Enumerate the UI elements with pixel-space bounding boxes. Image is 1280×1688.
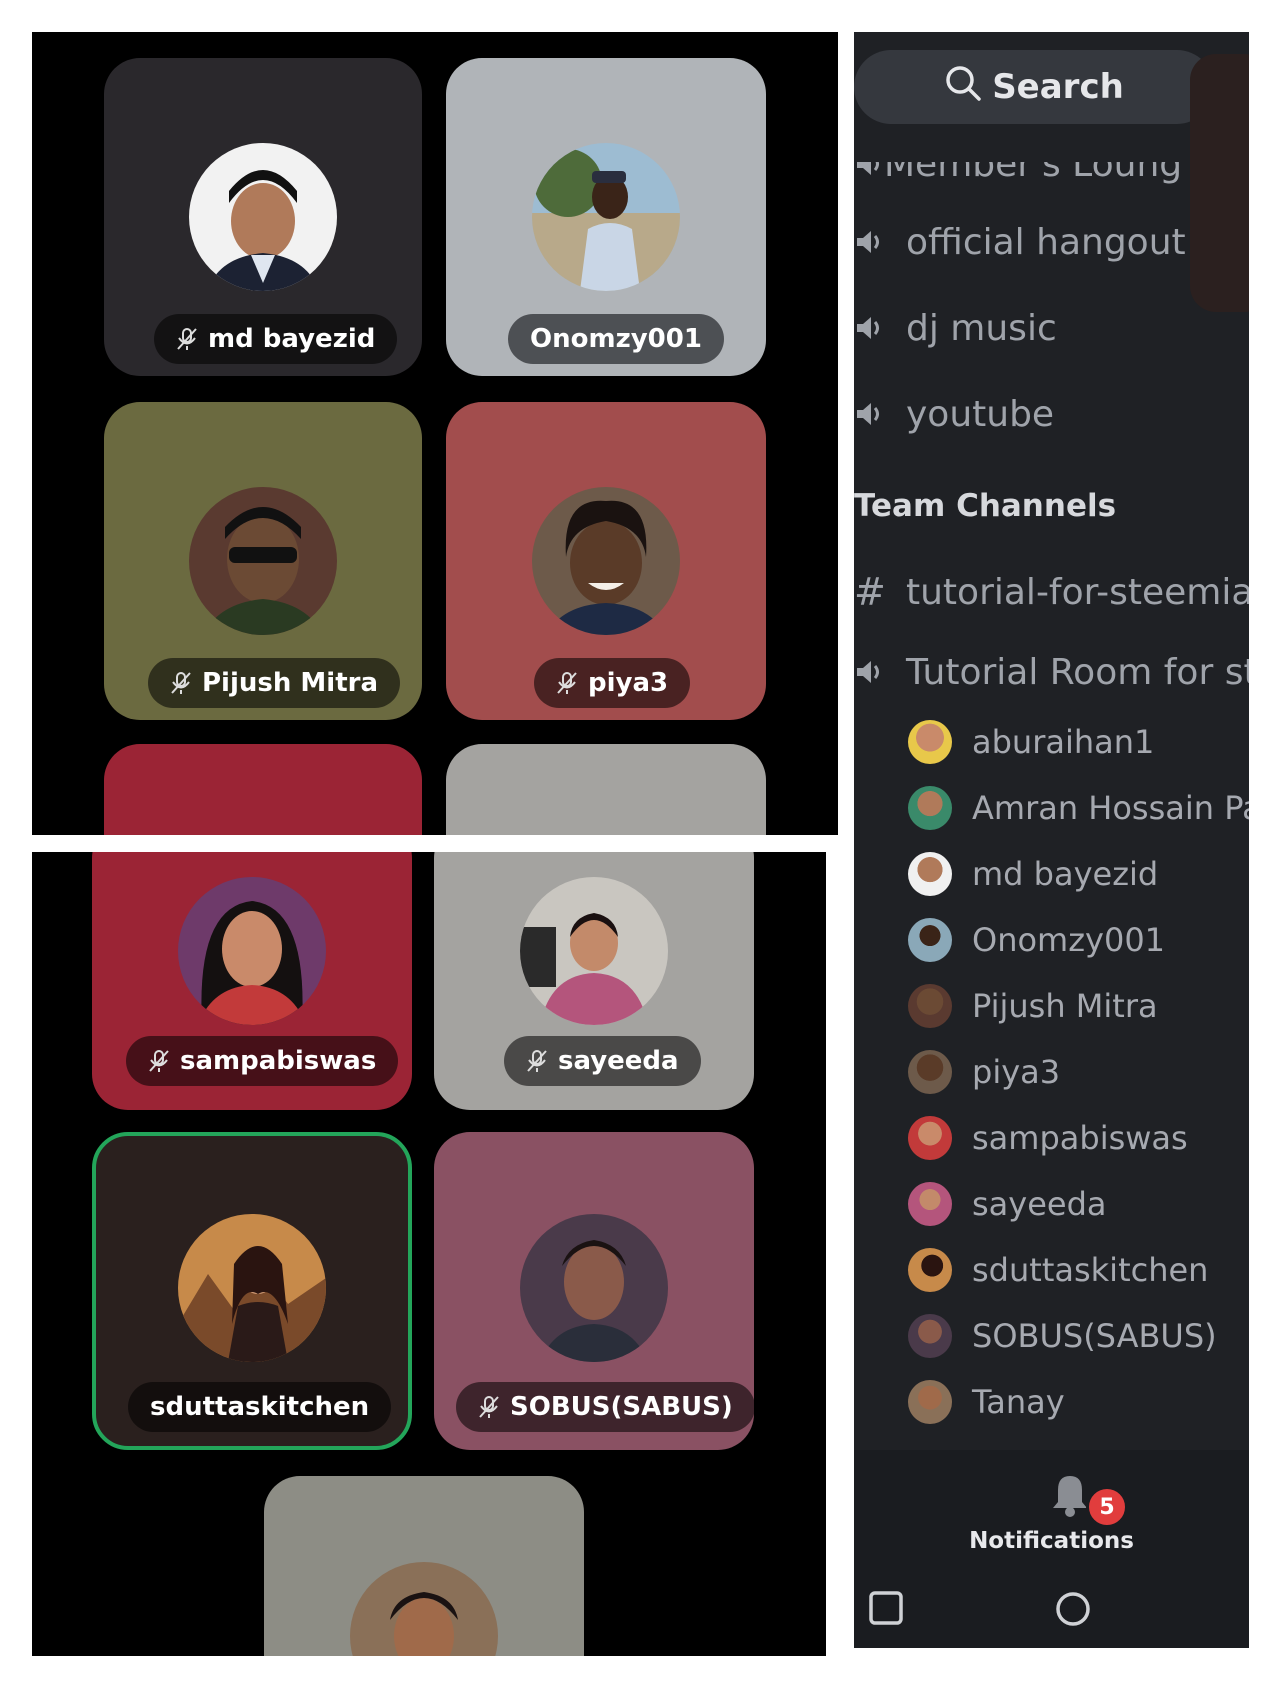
participant-tile-partial[interactable]	[264, 1476, 584, 1656]
participant-nameplate: md bayezid	[154, 314, 398, 364]
avatar	[908, 918, 952, 962]
text-channel-tutorial[interactable]: # tutorial-for-steemian	[854, 562, 1249, 622]
speaker-icon	[854, 162, 884, 179]
participant-name: piya3	[588, 668, 669, 698]
participant-tile-onomzy001[interactable]: Onomzy001	[446, 58, 766, 376]
avatar	[908, 984, 952, 1028]
participant-tile-piya3[interactable]: piya3	[446, 402, 766, 720]
voice-channel-youtube[interactable]: youtube	[854, 384, 1054, 444]
voice-channel-tutorial-room[interactable]: Tutorial Room for steemian	[854, 642, 1249, 702]
participant-name: SOBUS(SABUS)	[510, 1392, 733, 1422]
participant-name: sampabiswas	[180, 1046, 377, 1076]
participant-name: sayeeda	[558, 1046, 679, 1076]
home-icon[interactable]	[1054, 1590, 1092, 1632]
mic-muted-icon	[556, 671, 578, 695]
mic-muted-icon	[526, 1049, 548, 1073]
section-header[interactable]: Team Channels	[854, 488, 1116, 524]
avatar	[908, 1182, 952, 1226]
participant-nameplate: piya3	[534, 658, 691, 708]
participant-nameplate: SOBUS(SABUS)	[456, 1382, 754, 1432]
bell-icon	[1050, 1474, 1090, 1522]
speaker-icon	[854, 399, 906, 429]
voice-channel-official-hangout[interactable]: official hangout	[854, 212, 1186, 272]
participant-name: md bayezid	[208, 324, 376, 354]
overlay-card	[1190, 54, 1249, 312]
voice-member[interactable]: sduttaskitchen	[908, 1242, 1208, 1298]
avatar	[908, 720, 952, 764]
recent-apps-icon[interactable]	[868, 1590, 904, 1630]
voice-channel-members-lounge[interactable]: Member's Lounge	[854, 162, 1184, 194]
voice-member[interactable]: sampabiswas	[908, 1110, 1188, 1166]
participant-nameplate: sduttaskitchen	[128, 1382, 392, 1432]
mic-muted-icon	[176, 327, 198, 351]
participant-nameplate: Onomzy001	[508, 314, 724, 364]
speaker-icon	[854, 227, 906, 257]
participant-tile-pijush-mitra[interactable]: Pijush Mitra	[104, 402, 422, 720]
avatar	[532, 143, 680, 291]
voice-channel-dj-music[interactable]: dj music	[854, 298, 1057, 358]
avatar	[532, 487, 680, 635]
voice-grid-top: md bayezid Onomzy001 Pijush Mitra piya3	[32, 32, 838, 835]
avatar	[908, 1050, 952, 1094]
search-bar[interactable]: Search	[854, 50, 1214, 124]
avatar	[908, 1314, 952, 1358]
participant-tile-sampabiswas[interactable]: sampabiswas	[92, 852, 412, 1110]
avatar	[178, 1214, 326, 1362]
avatar	[908, 786, 952, 830]
voice-member[interactable]: Pijush Mitra	[908, 978, 1158, 1034]
avatar	[178, 877, 326, 1025]
avatar	[908, 1380, 952, 1424]
participant-nameplate: sayeeda	[504, 1036, 701, 1086]
participant-name: sduttaskitchen	[150, 1392, 370, 1422]
notification-badge: 5	[1086, 1486, 1128, 1528]
voice-member[interactable]: sayeeda	[908, 1176, 1107, 1232]
avatar	[908, 1248, 952, 1292]
notifications-label: Notifications	[969, 1528, 1134, 1554]
participant-tile-partial[interactable]	[446, 744, 766, 835]
participant-tile-md-bayezid[interactable]: md bayezid	[104, 58, 422, 376]
search-icon	[944, 64, 992, 111]
voice-member[interactable]: Onomzy001	[908, 912, 1165, 968]
voice-member[interactable]: md bayezid	[908, 846, 1158, 902]
search-label: Search	[992, 67, 1124, 107]
speaker-icon	[854, 313, 906, 343]
participant-tile-sobus[interactable]: SOBUS(SABUS)	[434, 1132, 754, 1450]
hash-icon: #	[854, 570, 886, 614]
mic-muted-icon	[478, 1395, 500, 1419]
voice-member[interactable]: Tanay	[908, 1374, 1065, 1430]
notifications-tab[interactable]: 5 Notifications	[854, 1450, 1249, 1570]
voice-member[interactable]: aburaihan1	[908, 714, 1154, 770]
participant-tile-sayeeda[interactable]: sayeeda	[434, 852, 754, 1110]
voice-grid-bottom: sampabiswas sayeeda sduttaskitchen SOBUS…	[32, 852, 826, 1656]
voice-member[interactable]: Amran Hossain Patwary	[908, 780, 1249, 836]
mic-muted-icon	[148, 1049, 170, 1073]
channel-sidebar: Search Member's Lounge official hangout …	[854, 32, 1249, 1648]
voice-member[interactable]: piya3	[908, 1044, 1060, 1100]
participant-tile-partial[interactable]	[104, 744, 422, 835]
avatar	[520, 877, 668, 1025]
avatar	[189, 143, 337, 291]
voice-member[interactable]: SOBUS(SABUS)	[908, 1308, 1217, 1364]
avatar	[189, 487, 337, 635]
participant-tile-sduttaskitchen[interactable]: sduttaskitchen	[92, 1132, 412, 1450]
participant-nameplate: sampabiswas	[126, 1036, 399, 1086]
avatar	[908, 1116, 952, 1160]
avatar	[908, 852, 952, 896]
bottom-nav: 5 Notifications	[854, 1450, 1249, 1648]
participant-name: Pijush Mitra	[202, 668, 379, 698]
participant-nameplate: Pijush Mitra	[148, 658, 401, 708]
speaker-icon	[854, 657, 906, 687]
participant-name: Onomzy001	[530, 324, 702, 354]
avatar	[520, 1214, 668, 1362]
mic-muted-icon	[170, 671, 192, 695]
avatar	[350, 1562, 498, 1656]
